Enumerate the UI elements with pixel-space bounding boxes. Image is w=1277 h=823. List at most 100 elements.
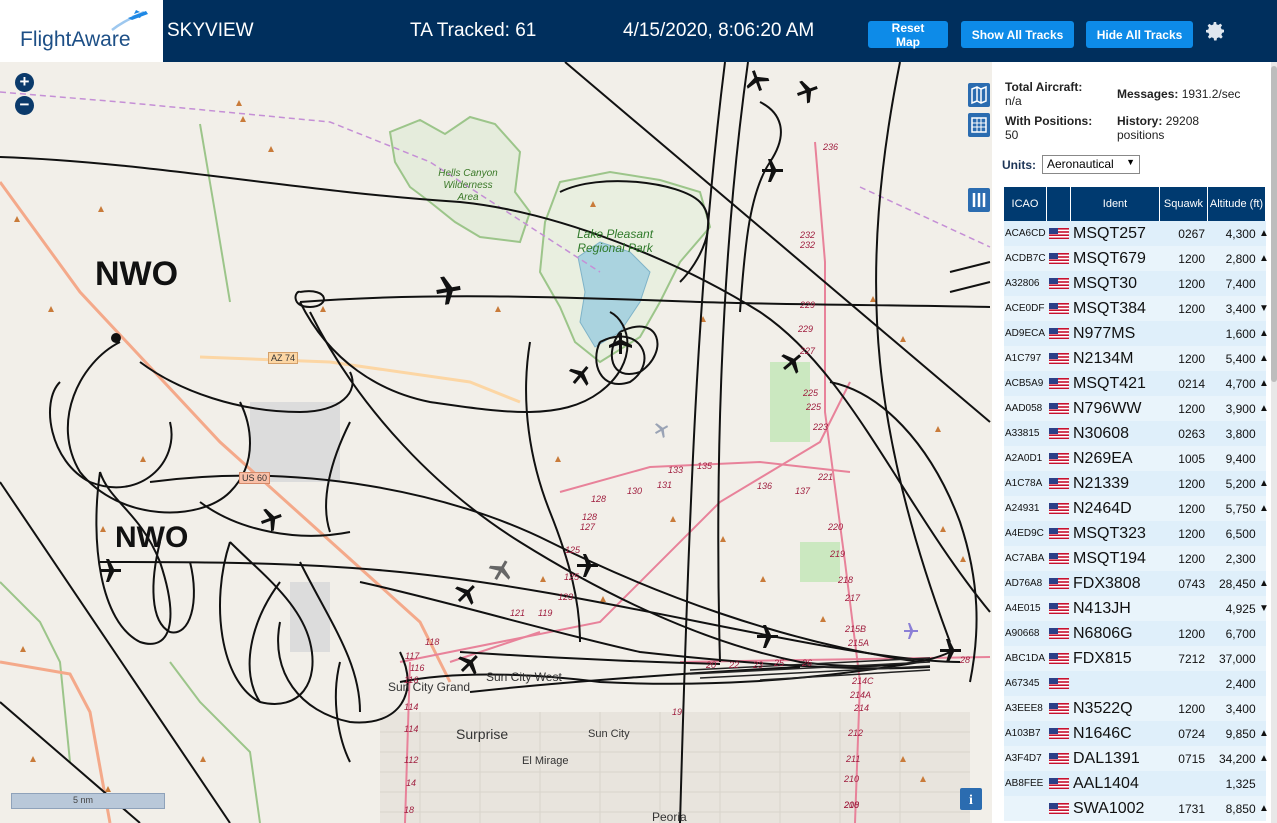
icao-cell: AD9ECA (1005, 328, 1046, 339)
info-button[interactable]: i (960, 788, 982, 810)
mile-marker: 133 (668, 465, 684, 475)
zoom-in-button[interactable]: + (15, 73, 34, 92)
us-flag-icon (1049, 453, 1069, 464)
altitude-cell: 2,300 (1209, 546, 1267, 571)
table-row[interactable]: A103B7 N1646C 0724 9,850 ▲ (1004, 721, 1267, 746)
ident-cell: N21339 (1073, 474, 1130, 492)
table-row[interactable]: A33815 N30608 0263 3,800 (1004, 421, 1266, 446)
squawk-cell: 0214 (1178, 376, 1205, 391)
table-row[interactable]: A4ED9C MSQT323 1200 6,500 (1004, 521, 1266, 546)
table-row[interactable]: A90668 N6806G 1200 6,700 (1004, 621, 1266, 646)
altitude-trend-icon: ▲ (1259, 328, 1267, 339)
squawk-cell: 1200 (1178, 351, 1205, 366)
map-canvas[interactable]: NWO NWO Hells Canyon Wilderness Area Lak… (0, 62, 992, 823)
mile-marker: 215B (845, 624, 867, 634)
table-row[interactable]: ACB5A9 MSQT421 0214 4,700 ▲ (1004, 371, 1267, 396)
altitude-cell: 8,850 ▲ (1209, 796, 1267, 821)
messages-rate: Messages: 1931.2/sec (1117, 87, 1267, 101)
us-flag-icon (1049, 628, 1069, 639)
map-icon (971, 85, 987, 105)
mile-marker: 112 (404, 755, 419, 765)
mile-marker: 210 (844, 774, 860, 784)
clock: 4/15/2020, 8:06:20 AM (623, 20, 815, 41)
altitude-value: 5,400 (1225, 351, 1256, 366)
ident-cell: MSQT257 (1073, 224, 1146, 242)
columns-toggle-button[interactable] (968, 188, 990, 212)
table-row[interactable]: AAD058 N796WW 1200 3,900 ▲ (1004, 396, 1267, 421)
place-sun-city-grand: Sun City Grand (388, 680, 471, 694)
table-row[interactable]: AD76A8 FDX3808 0743 28,450 ▲ (1004, 571, 1267, 596)
table-row[interactable]: A3F4D7 DAL1391 0715 34,200 ▲ (1004, 746, 1267, 771)
reset-map-button[interactable]: Reset Map (868, 21, 948, 49)
altitude-trend-icon: ▲ (1259, 478, 1267, 489)
icao-cell (1004, 796, 1049, 821)
table-row[interactable]: ACDB7C MSQT679 1200 2,800 ▲ (1004, 246, 1267, 271)
ident-cell: N413JH (1073, 599, 1131, 617)
table-row[interactable]: ABC1DA FDX815 7212 37,000 (1004, 646, 1266, 671)
altitude-cell: 3,800 (1209, 421, 1267, 446)
table-row[interactable]: A1C797 N2134M 1200 5,400 ▲ (1004, 346, 1267, 371)
ident-cell: N6806G (1073, 624, 1133, 642)
app-name: SKYVIEW (167, 20, 254, 41)
table-row[interactable]: A3EEE8 N3522Q 1200 3,400 (1004, 696, 1266, 721)
mile-marker: 19 (672, 707, 683, 717)
map-layers-button[interactable] (968, 83, 990, 107)
squawk-cell (1161, 771, 1205, 796)
ident-cell: SWA1002 (1073, 799, 1145, 817)
col-altitude[interactable]: Altitude (ft) (1208, 187, 1266, 221)
mile-marker: 114 (404, 702, 419, 712)
col-flag[interactable] (1047, 187, 1071, 221)
units-selected: Aeronautical (1047, 157, 1114, 171)
altitude-value: 4,300 (1225, 226, 1256, 241)
table-row[interactable]: AD9ECA N977MS 1,600 ▲ (1004, 321, 1267, 346)
place-surprise: Surprise (456, 726, 509, 742)
mile-marker: 114 (404, 724, 419, 734)
chevron-down-icon: ▼ (1126, 157, 1135, 167)
squawk-cell: 1200 (1178, 501, 1205, 516)
mile-marker: 118 (425, 637, 440, 647)
grid-toggle-button[interactable] (968, 113, 990, 137)
col-ident[interactable]: Ident (1071, 187, 1160, 221)
altitude-cell: 4,700 ▲ (1209, 371, 1267, 396)
scrollbar-thumb[interactable] (1271, 66, 1277, 382)
table-row[interactable]: A67345 2,400 (1004, 671, 1266, 696)
shield-az74: AZ 74 (268, 352, 299, 364)
col-icao[interactable]: ICAO (1004, 187, 1047, 221)
table-row[interactable]: A1C78A N21339 1200 5,200 ▲ (1004, 471, 1267, 496)
table-row[interactable]: AB8FEE AAL1404 1,325 (1004, 771, 1266, 796)
squawk-cell: 0724 (1178, 726, 1205, 741)
mile-marker: 25 (774, 658, 785, 668)
gear-icon[interactable] (1203, 19, 1227, 43)
table-row[interactable]: A4E015 N413JH 4,925 ▼ (1004, 596, 1267, 621)
mile-marker: 117 (405, 651, 420, 661)
table-row[interactable]: ACA6CD MSQT257 0267 4,300 ▲ (1004, 221, 1267, 246)
table-row[interactable]: ACE0DF MSQT384 1200 3,400 ▼ (1004, 296, 1267, 321)
table-row[interactable]: SWA1002 1731 8,850 ▲ (1004, 796, 1267, 821)
info-icon: i (969, 793, 973, 808)
icao-cell: A4E015 (1005, 603, 1041, 614)
table-row[interactable]: A32806 MSQT30 1200 7,400 (1004, 271, 1266, 296)
hide-all-tracks-button[interactable]: Hide All Tracks (1086, 21, 1193, 48)
mile-marker: 232 (800, 240, 816, 250)
table-row[interactable]: A2A0D1 N269EA 1005 9,400 (1004, 446, 1266, 471)
mile-marker: 215A (848, 638, 870, 648)
altitude-value: 3,800 (1225, 426, 1256, 441)
mile-marker: 229 (800, 300, 816, 310)
squawk-cell (1161, 321, 1205, 346)
table-row[interactable]: A24931 N2464D 1200 5,750 ▲ (1004, 496, 1267, 521)
us-flag-icon (1049, 553, 1069, 564)
flightaware-logo[interactable]: FlightAware (0, 0, 163, 62)
table-row[interactable]: AC7ABA MSQT194 1200 2,300 (1004, 546, 1266, 571)
ident-cell: N977MS (1073, 324, 1136, 342)
col-squawk[interactable]: Squawk (1160, 187, 1208, 221)
mile-marker: 232 (800, 230, 816, 240)
altitude-value: 2,800 (1225, 251, 1256, 266)
ident-cell: N3522Q (1073, 699, 1133, 717)
altitude-value: 1,325 (1225, 776, 1256, 791)
mile-marker: 125 (565, 545, 581, 555)
icao-cell: A4ED9C (1005, 528, 1044, 539)
zoom-out-button[interactable]: − (15, 96, 34, 115)
squawk-cell: 0263 (1178, 426, 1205, 441)
show-all-tracks-button[interactable]: Show All Tracks (961, 21, 1074, 48)
units-select[interactable]: Aeronautical ▼ (1042, 155, 1140, 174)
